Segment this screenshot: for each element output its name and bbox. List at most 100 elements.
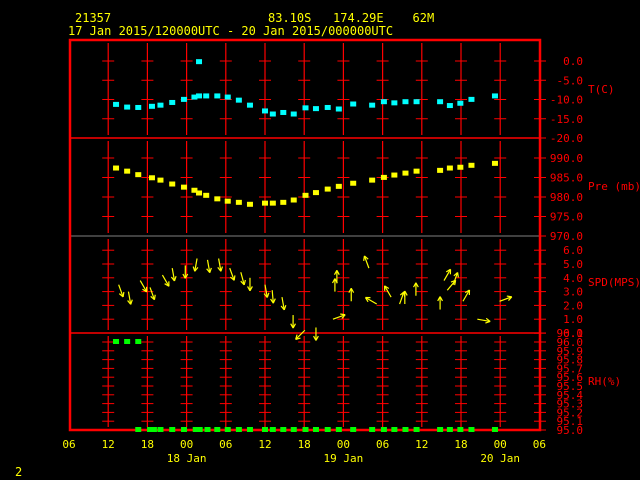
x-tick-label: 06 <box>376 438 389 451</box>
wind-arrow <box>280 297 287 311</box>
rh-point <box>280 427 287 432</box>
temperature-tick-label: -10.0 <box>550 94 583 107</box>
rh-point <box>312 427 319 432</box>
temperature-point <box>391 100 398 106</box>
rh-point <box>437 427 444 432</box>
wind-arrow-head <box>283 304 287 311</box>
rh-point <box>135 339 142 344</box>
pressure-point <box>214 196 221 202</box>
pressure-axis-label: Pre (mb) <box>588 180 640 193</box>
rh-point <box>246 427 253 432</box>
pressure-point <box>302 192 309 198</box>
temperature-point <box>214 93 221 99</box>
temperature-tick-label: -15.0 <box>550 113 583 126</box>
temperature-point <box>124 104 131 110</box>
wind-arrow-head <box>153 294 156 300</box>
wind-arrow <box>206 259 212 274</box>
pressure-point <box>290 197 297 203</box>
temperature-point <box>196 59 203 65</box>
rh-point <box>350 427 357 432</box>
wind-arrow <box>499 295 513 302</box>
rh-point <box>180 427 187 432</box>
wind-arrow <box>477 317 491 324</box>
pressure-tick-label: 990.0 <box>550 152 583 165</box>
wind-arrow-head <box>173 276 177 282</box>
temperature-point <box>203 93 210 99</box>
x-tick-label: 12 <box>258 438 271 451</box>
pressure-point <box>246 201 253 207</box>
pressure-point <box>391 172 398 178</box>
temperature-tick-label: 0.0 <box>563 55 583 68</box>
pressure-point <box>312 190 319 196</box>
wind-arrow <box>443 268 452 281</box>
rh-point <box>113 339 120 344</box>
wind-arrow <box>127 291 133 305</box>
relative_humidity-tick-label: 95.0 <box>557 424 584 437</box>
x-tick-label: 06 <box>533 438 546 451</box>
pressure-point <box>180 184 187 190</box>
temperature-point <box>280 109 287 115</box>
wind-arrow-head <box>122 291 125 298</box>
rh-point <box>196 427 203 432</box>
temperature-point <box>491 93 498 99</box>
pressure-point <box>380 174 387 180</box>
wind-arrow-head <box>506 295 512 298</box>
temperature-point <box>350 101 357 107</box>
wind-arrow-head <box>243 279 246 285</box>
rh-point <box>468 427 475 432</box>
rh-point <box>380 427 387 432</box>
temperature-axis-label: T(C) <box>588 83 615 96</box>
wind-arrow <box>170 268 177 282</box>
wind-arrow-head <box>192 266 196 272</box>
temperature-point <box>457 100 464 106</box>
wind-arrow-head <box>233 275 236 281</box>
pressure-tick-label: 980.0 <box>550 191 583 204</box>
wind_speed-axis-label: SPD(MPS) <box>588 276 640 289</box>
temperature-point <box>262 108 268 114</box>
wind-arrow <box>161 274 170 287</box>
x-tick-label: 12 <box>415 438 428 451</box>
wind_speed-tick-label: 3.0 <box>563 286 583 299</box>
pressure-point <box>413 168 420 174</box>
rh-point <box>369 427 376 432</box>
rh-point <box>335 427 342 432</box>
wind_speed-tick-label: 2.0 <box>563 299 583 312</box>
date-label: 19 Jan <box>324 452 364 465</box>
rh-point <box>124 339 131 344</box>
wind-arrow <box>149 287 156 301</box>
temperature-point <box>302 105 309 111</box>
wind-arrow <box>139 280 148 293</box>
pressure-point <box>324 186 331 192</box>
temperature-point <box>380 99 387 105</box>
wind-arrow <box>313 327 319 341</box>
temperature-point <box>224 94 231 100</box>
pressure-point <box>468 162 475 168</box>
rh-point <box>169 427 176 432</box>
wind-arrow <box>192 258 199 272</box>
meteogram-chart: 0.0 -5.0 -10.0 -15.0 -20.0 T(C) 990.0 985.0 980.… <box>62 38 640 465</box>
rh-point <box>235 427 242 432</box>
pressure-tick-label: 975.0 <box>550 211 583 224</box>
x-tick-label: 00 <box>494 438 507 451</box>
x-tick-label: 18 <box>454 438 467 451</box>
temperature-point <box>290 111 297 117</box>
temperature-point <box>148 103 155 109</box>
temperature-point <box>402 99 409 105</box>
rh-point <box>402 427 409 432</box>
rh-point <box>224 427 231 432</box>
wind-arrow-head <box>457 272 459 278</box>
temperature-point <box>312 106 319 112</box>
wind-arrow-head <box>266 292 270 298</box>
wind-arrow <box>348 287 355 302</box>
wind-arrow-head <box>340 313 346 316</box>
rh-point <box>302 427 309 432</box>
wind-arrow-head <box>209 267 212 273</box>
wind-arrow <box>364 296 378 305</box>
rh-point <box>290 427 297 432</box>
wind_speed-tick-label: 1.0 <box>563 313 583 326</box>
x-tick-label: 00 <box>337 438 350 451</box>
temperature-point <box>196 93 203 99</box>
pressure-point <box>350 180 357 186</box>
temperature-point <box>446 103 453 109</box>
pressure-point <box>402 170 409 176</box>
